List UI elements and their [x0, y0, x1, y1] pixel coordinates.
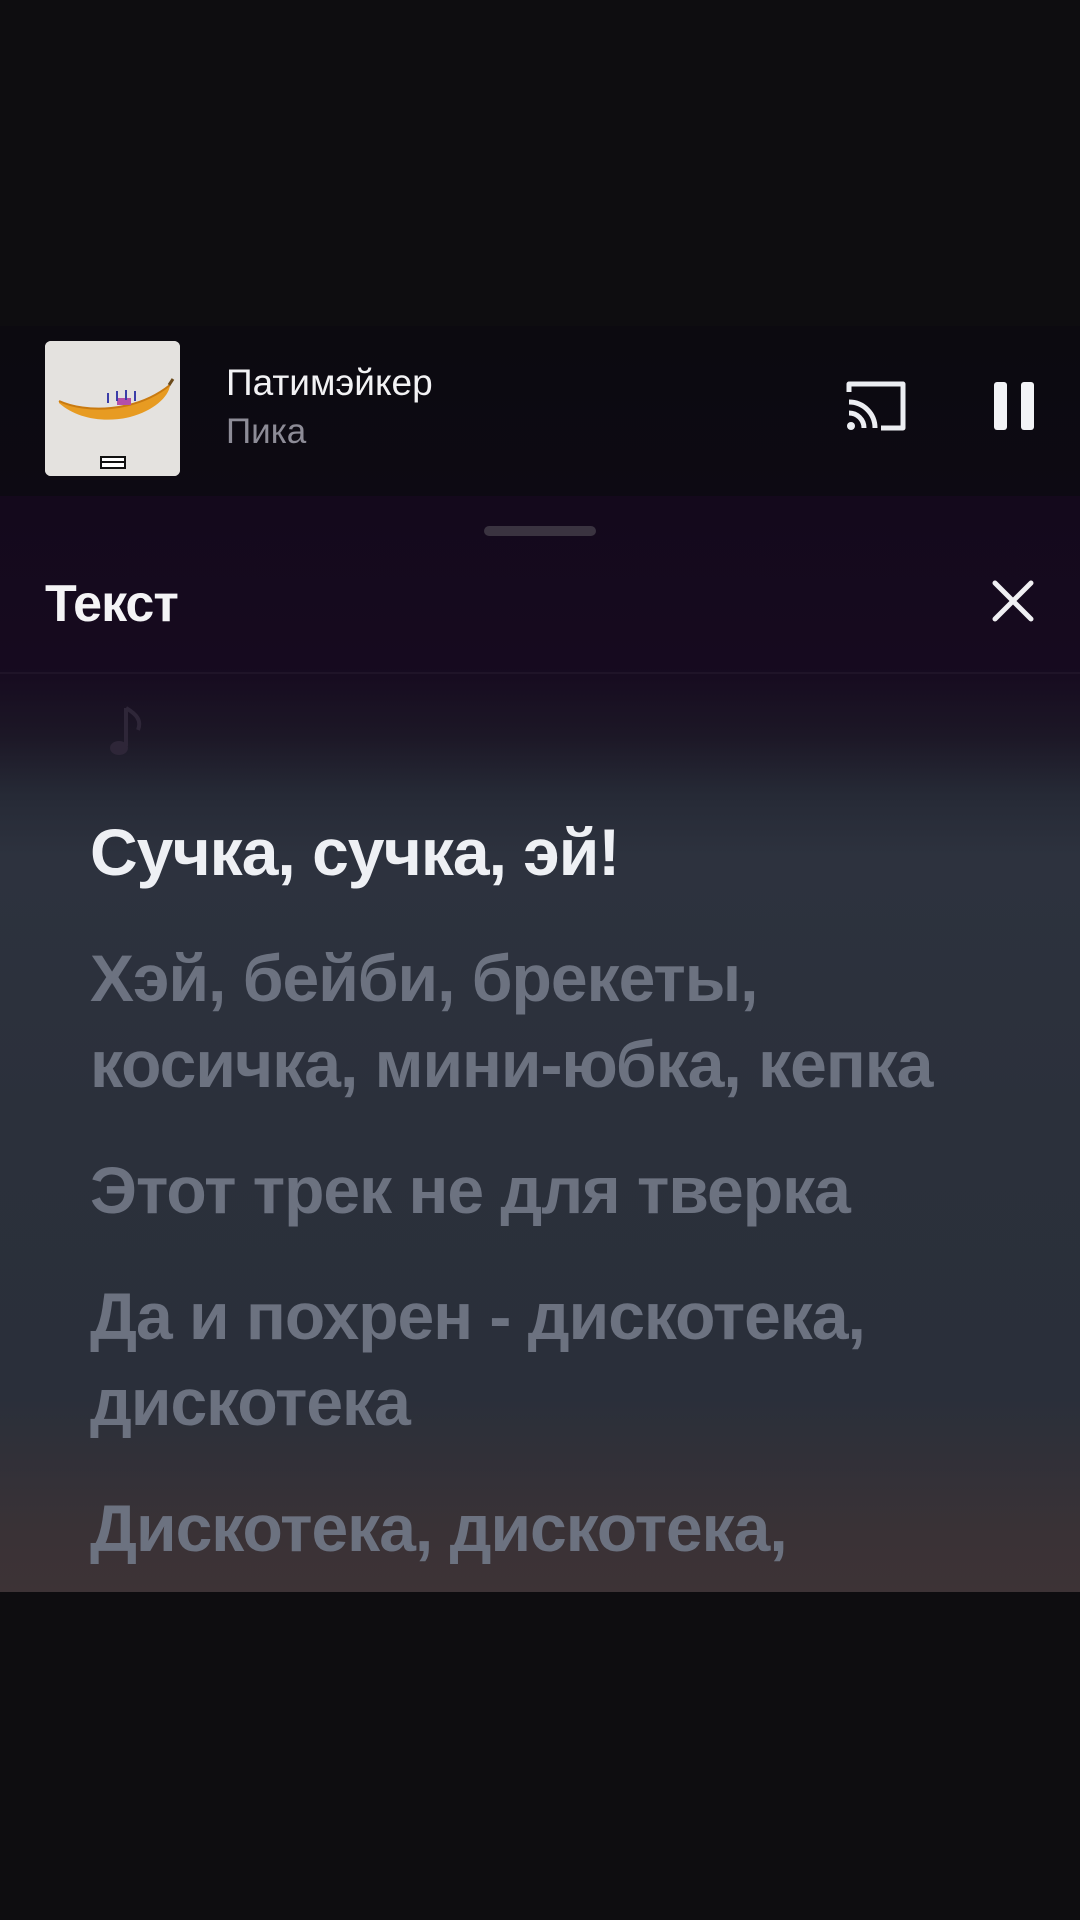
close-icon — [992, 580, 1034, 622]
header-divider — [0, 672, 1080, 674]
music-note-icon — [108, 704, 148, 760]
lyric-line[interactable]: Дискотека, дискотека, — [90, 1485, 1030, 1571]
mini-player[interactable]: Патимэйкер Пика — [0, 326, 1080, 496]
album-cover[interactable] — [45, 341, 180, 476]
banana-cover-art — [45, 341, 180, 476]
top-empty-area — [0, 0, 1080, 326]
lyric-line[interactable]: Сучка, сучка, эй! — [90, 809, 1030, 895]
cast-icon — [846, 381, 906, 431]
sheet-title: Текст — [45, 575, 179, 633]
cast-button[interactable] — [843, 378, 909, 434]
lyric-line[interactable]: Хэй, бейби, брекеты, косичка, мини-юбка,… — [90, 935, 1030, 1107]
lyric-line[interactable]: Да и похрен - дискотека, дискотека — [90, 1273, 1030, 1445]
drag-handle[interactable] — [484, 526, 596, 536]
lyric-line[interactable]: Этот трек не для тверка — [90, 1147, 1030, 1233]
bottom-empty-area — [0, 1592, 1080, 1920]
lyrics-sheet: Текст Сучка, сучка, эй! Хэй, бейби, брек… — [0, 496, 1080, 1592]
pause-icon — [994, 382, 1034, 430]
track-artist[interactable]: Пика — [226, 412, 306, 452]
pause-button[interactable] — [990, 378, 1038, 434]
track-title[interactable]: Патимэйкер — [226, 362, 433, 404]
close-button[interactable] — [990, 578, 1036, 624]
